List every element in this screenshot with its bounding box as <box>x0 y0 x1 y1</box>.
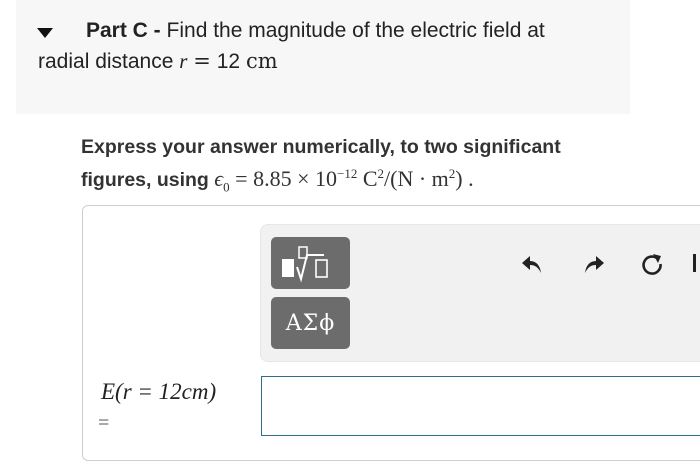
answer-label-text: E(r = 12cm) <box>101 379 217 404</box>
variable-r: r <box>179 49 188 73</box>
permittivity-expression: ϵ0 = 8.85 × 10−12 C2/(N · m2) . <box>214 166 474 195</box>
epsilon-symbol: ϵ <box>214 166 224 191</box>
distance-unit: cm <box>245 49 278 73</box>
templates-icon <box>281 246 328 283</box>
more-options-icon[interactable] <box>690 248 700 280</box>
question-text: Find the magnitude of the electric field… <box>166 19 545 42</box>
answer-label: E(r = 12cm) <box>101 379 216 405</box>
reset-icon <box>642 254 662 275</box>
instructions-line2: figures, using <box>81 169 209 191</box>
answer-input[interactable] <box>261 376 700 436</box>
reset-button[interactable] <box>636 248 668 280</box>
instructions-line1: Express your answer numerically, to two … <box>81 136 561 158</box>
equals-sign: = <box>193 49 211 73</box>
undo-icon <box>522 256 541 273</box>
unit-coulomb: C <box>362 166 378 191</box>
redo-button[interactable] <box>578 248 610 280</box>
unit-rest: /(N · m <box>384 166 449 191</box>
equals-sign: = <box>235 166 248 191</box>
exponent: −12 <box>337 166 358 181</box>
distance-value: 12 <box>216 50 241 73</box>
undo-button[interactable] <box>516 248 548 280</box>
part-title: Part C - Find the magnitude of the elect… <box>38 16 628 77</box>
redo-icon <box>585 256 604 273</box>
templates-button[interactable] <box>271 237 350 289</box>
unit-close: ) . <box>455 166 474 191</box>
epsilon-subscript: 0 <box>223 179 230 195</box>
mantissa: 8.85 × 10 <box>253 166 337 191</box>
instructions: Express your answer numerically, to two … <box>81 132 681 202</box>
greek-symbols-button[interactable]: ΑΣϕ <box>271 297 350 349</box>
question-text-line2: radial distance <box>38 50 174 73</box>
answer-equals: = <box>98 412 110 434</box>
part-label: Part C - <box>86 19 161 42</box>
